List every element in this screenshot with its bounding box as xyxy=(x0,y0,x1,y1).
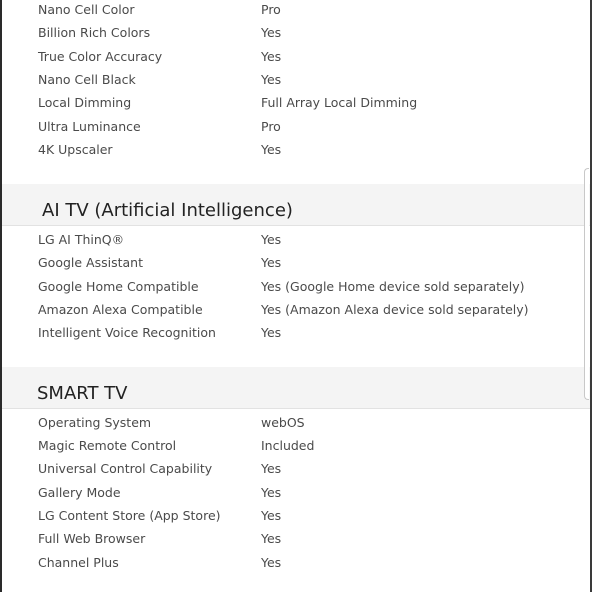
spec-value: Pro xyxy=(261,119,281,134)
spec-value: Yes xyxy=(261,25,282,40)
section-header-smart-tv: SMART TV xyxy=(2,367,590,409)
spec-row: LG Content Store (App Store) Yes xyxy=(2,508,590,531)
spec-row: LG AI ThinQ® Yes xyxy=(2,232,590,255)
spec-label: Nano Cell Black xyxy=(38,72,136,87)
spec-value: webOS xyxy=(261,415,305,430)
spec-label: Operating System xyxy=(38,415,152,430)
spec-row: Operating System webOS xyxy=(2,415,590,438)
spec-value: Yes xyxy=(261,485,282,500)
spec-value: Yes (Amazon Alexa device sold separately… xyxy=(261,302,529,317)
spec-label: 4K Upscaler xyxy=(38,142,113,157)
section-title: SMART TV xyxy=(37,383,128,404)
spec-row: Channel Plus Yes xyxy=(2,555,590,578)
spec-row: Intelligent Voice Recognition Yes xyxy=(2,325,590,348)
spec-row: Google Home Compatible Yes (Google Home … xyxy=(2,279,590,302)
spec-row: Local Dimming Full Array Local Dimming xyxy=(2,95,590,118)
spec-label: Channel Plus xyxy=(38,555,119,570)
spec-value: Full Array Local Dimming xyxy=(261,95,418,110)
spec-row: Nano Cell Black Yes xyxy=(2,72,590,95)
spec-value: Yes xyxy=(261,142,282,157)
spec-label: LG Content Store (App Store) xyxy=(38,508,221,523)
spec-row: Universal Control Capability Yes xyxy=(2,461,590,484)
section-title: AI TV (Artificial Intelligence) xyxy=(42,200,293,221)
spec-row: Full Web Browser Yes xyxy=(2,531,590,554)
spec-label: Ultra Luminance xyxy=(38,119,141,134)
spec-value: Yes (Google Home device sold separately) xyxy=(261,279,525,294)
scrollbar[interactable] xyxy=(584,168,589,400)
spec-value: Pro xyxy=(261,2,281,17)
spec-value: Yes xyxy=(261,72,282,87)
spec-label: Gallery Mode xyxy=(38,485,121,500)
spec-value: Yes xyxy=(261,232,282,247)
spec-label: Intelligent Voice Recognition xyxy=(38,325,216,340)
spec-value: Yes xyxy=(261,325,282,340)
spec-row: 4K Upscaler Yes xyxy=(2,142,590,165)
spec-row: Nano Cell Color Pro xyxy=(2,2,590,25)
spec-label: Google Home Compatible xyxy=(38,279,199,294)
spec-row: Gallery Mode Yes xyxy=(2,485,590,508)
spec-label: Amazon Alexa Compatible xyxy=(38,302,203,317)
spec-row: Billion Rich Colors Yes xyxy=(2,25,590,48)
spec-value: Yes xyxy=(261,531,282,546)
spec-value: Yes xyxy=(261,49,282,64)
spec-label: LG AI ThinQ® xyxy=(38,232,125,247)
spec-value: Yes xyxy=(261,255,282,270)
spec-value: Yes xyxy=(261,555,282,570)
spec-label: Universal Control Capability xyxy=(38,461,213,476)
spec-row: True Color Accuracy Yes xyxy=(2,49,590,72)
spec-row: Magic Remote Control Included xyxy=(2,438,590,461)
spec-row: Ultra Luminance Pro xyxy=(2,119,590,142)
section-header-ai-tv: AI TV (Artificial Intelligence) xyxy=(2,184,590,226)
spec-value: Yes xyxy=(261,461,282,476)
spec-value: Yes xyxy=(261,508,282,523)
spec-label: Local Dimming xyxy=(38,95,132,110)
spec-row: Amazon Alexa Compatible Yes (Amazon Alex… xyxy=(2,302,590,325)
spec-label: Full Web Browser xyxy=(38,531,146,546)
spec-label: True Color Accuracy xyxy=(38,49,163,64)
spec-row: Google Assistant Yes xyxy=(2,255,590,278)
spec-label: Nano Cell Color xyxy=(38,2,135,17)
spec-label: Magic Remote Control xyxy=(38,438,177,453)
spec-label: Billion Rich Colors xyxy=(38,25,151,40)
spec-value: Included xyxy=(261,438,315,453)
spec-label: Google Assistant xyxy=(38,255,143,270)
